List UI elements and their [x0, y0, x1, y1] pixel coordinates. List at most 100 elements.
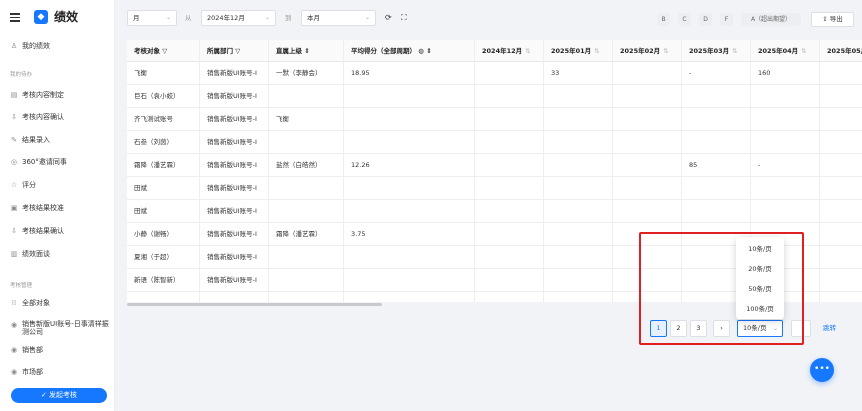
- nav-my-performance[interactable]: ♙ 我的绩效: [0, 38, 115, 54]
- score-icon: ☆: [10, 181, 18, 189]
- fullscreen-icon[interactable]: ⛶: [401, 11, 407, 25]
- cell-2025-01: [544, 85, 612, 108]
- col-header-superior[interactable]: 直属上级 ⇕: [269, 40, 343, 62]
- nav-market-dept[interactable]: ◉ 市场部: [0, 364, 115, 380]
- period-type-select[interactable]: 月 ⌄: [127, 10, 177, 26]
- cell-target: 田斌: [134, 207, 147, 215]
- nav-label: 考核内容制定: [22, 91, 64, 99]
- cell-2025-03: [682, 200, 750, 223]
- sort-icon: ⇅: [732, 47, 738, 55]
- cell-2025-05: [820, 131, 862, 154]
- app-title: 绩效: [54, 10, 79, 24]
- cell-2025-05: [820, 85, 862, 108]
- grade-tag-b[interactable]: B: [657, 13, 670, 26]
- col-header-avg-score[interactable]: 平均得分（全部周期） ◍ ⇕: [344, 40, 474, 62]
- col-header-target[interactable]: 考核对象 ▽: [127, 40, 199, 62]
- cell-avg-score: 12.26: [351, 161, 370, 169]
- chevron-down-icon: ⌄: [264, 14, 270, 21]
- col-header-2025-01[interactable]: 2025年01月 ⇅: [544, 40, 612, 62]
- col-label: 2025年01月: [551, 47, 592, 55]
- more-actions-button[interactable]: •••: [810, 358, 834, 382]
- cell-2024-12: [475, 246, 543, 269]
- cell-avg-score: [344, 131, 474, 154]
- grade-tag-d[interactable]: D: [699, 13, 712, 26]
- pen-icon: ✎: [11, 136, 17, 144]
- table-row[interactable]: 霜降（潘艺霖） 销售新版UI账号-I 盐然（白皓然） 12.26 85 -: [127, 154, 862, 177]
- cell-2025-04: [751, 131, 819, 154]
- nav-label: 销售部: [22, 346, 43, 354]
- cell-2025-01: [544, 154, 612, 177]
- chevron-down-icon: ⌄: [165, 14, 171, 21]
- from-month-value: 2024年12月: [207, 14, 245, 22]
- sort-icon: ⇅: [594, 47, 600, 55]
- menu-icon[interactable]: [10, 13, 20, 22]
- table-row[interactable]: 石叁（刘茵） 销售新版UI账号-I: [127, 131, 862, 154]
- col-header-dept[interactable]: 所属部门 ▽: [200, 40, 268, 62]
- cell-dept: 销售新版UI账号-I: [207, 161, 257, 169]
- cell-dept: 销售新版UI账号-I: [207, 207, 257, 215]
- col-header-2025-04[interactable]: 2025年04月 ⇅: [751, 40, 819, 62]
- nav-org[interactable]: ◉ 销售新版UI账号-日事清祥振测公司: [0, 317, 115, 339]
- nav-label: 考核内容确认: [22, 113, 64, 121]
- grade-tag-f[interactable]: F: [720, 13, 733, 26]
- cell-dept: 销售新版UI账号-I: [207, 276, 257, 284]
- nav-interview[interactable]: ▥ 绩效面谈: [0, 246, 115, 262]
- nav-result-confirm[interactable]: ⇩ 考核结果确认: [0, 223, 115, 239]
- cell-2025-01: [544, 246, 612, 269]
- table-row[interactable]: 飞衡 销售新版UI账号-I 一默（李静会） 18.95 33 - 160: [127, 62, 862, 85]
- table-header: 考核对象 ▽ 所属部门 ▽ 直属上级 ⇕ 平均得分（全部周期） ◍ ⇕ 2024…: [127, 40, 862, 62]
- col-label: 2024年12月: [482, 47, 523, 55]
- cell-target: 飞衡: [134, 69, 147, 77]
- cell-2025-04: 160: [758, 69, 771, 77]
- cell-avg-score: [344, 246, 474, 269]
- cell-2025-03: [682, 177, 750, 200]
- cell-dept: 销售新版UI账号-I: [207, 253, 257, 261]
- table-row[interactable]: 田斌 销售新版UI账号-I: [127, 200, 862, 223]
- jump-button[interactable]: 跳转: [823, 320, 836, 337]
- col-header-2025-05[interactable]: 2025年05月: [820, 40, 862, 62]
- launch-review-button[interactable]: ✓ 发起考核: [11, 388, 107, 403]
- cell-dept: 销售新版UI账号-I: [207, 138, 257, 146]
- nav-label: 评分: [22, 181, 36, 189]
- cell-2024-12: [475, 62, 543, 85]
- org-icon: ◉: [10, 321, 18, 329]
- export-button[interactable]: ⇪ 导出: [811, 12, 854, 27]
- cell-dept: 销售新版UI账号-I: [207, 184, 257, 192]
- nav-score[interactable]: ☆ 评分: [0, 177, 115, 193]
- table-row[interactable]: 齐飞测试账号 销售新版UI账号-I 飞衡: [127, 108, 862, 131]
- nav-calibrate[interactable]: ▣ 考核结果校准: [0, 200, 115, 216]
- col-divider: [612, 40, 613, 302]
- table-row[interactable]: 巨石（袁小蛟） 销售新版UI账号-I: [127, 85, 862, 108]
- horizontal-scrollbar[interactable]: [127, 303, 382, 306]
- cell-superior: 飞衡: [276, 115, 289, 123]
- file-check-icon: ⇩: [11, 113, 17, 121]
- col-header-2025-02[interactable]: 2025年02月 ⇅: [613, 40, 681, 62]
- grade-tag-a[interactable]: A（超出期望）: [741, 13, 801, 26]
- cell-2025-01: [544, 108, 612, 131]
- from-month-select[interactable]: 2024年12月 ⌄: [201, 10, 276, 26]
- nav-content-confirm[interactable]: ⇩ 考核内容确认: [0, 109, 115, 125]
- cell-2025-05: [820, 177, 862, 200]
- more-icon: •••: [814, 364, 830, 374]
- col-header-2024-12[interactable]: 2024年12月 ⇅: [475, 40, 543, 62]
- cell-target: 巨石（袁小蛟）: [134, 92, 180, 100]
- nav-result-entry[interactable]: ✎ 结果录入: [0, 132, 115, 148]
- nav-all-objects[interactable]: ⁞⁞ 全部对象: [0, 295, 115, 311]
- refresh-icon[interactable]: ⟳: [385, 11, 392, 25]
- nav-360-invite[interactable]: ◎ 360°邀请同事: [0, 154, 115, 170]
- to-month-value: 本月: [307, 14, 320, 22]
- nav-label: 全部对象: [22, 299, 50, 307]
- nav-label: 销售新版UI账号-日事清祥振测公司: [22, 320, 109, 336]
- cell-2025-02: [613, 200, 681, 223]
- cell-2025-02: [613, 85, 681, 108]
- to-month-select[interactable]: 本月 ⌄: [301, 10, 376, 26]
- cell-2025-05: [820, 200, 862, 223]
- nav-content-make[interactable]: ▤ 考核内容制定: [0, 87, 115, 103]
- cell-2025-04: [751, 85, 819, 108]
- grade-tag-c[interactable]: C: [678, 13, 691, 26]
- cell-target: 田斌: [134, 184, 147, 192]
- col-header-2025-03[interactable]: 2025年03月 ⇅: [682, 40, 750, 62]
- table-row[interactable]: 田斌 销售新版UI账号-I: [127, 177, 862, 200]
- nav-sales-dept[interactable]: ◉ 销售部: [0, 342, 115, 358]
- user-icon: ♙: [10, 42, 18, 50]
